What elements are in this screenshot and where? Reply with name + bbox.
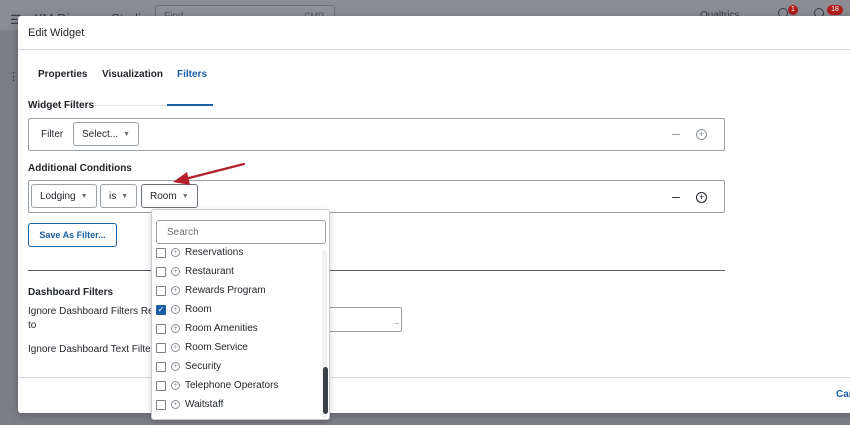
value-label: Room: [150, 190, 177, 202]
list-item[interactable]: + Reservations: [156, 244, 243, 261]
widget-filters-heading: Widget Filters: [28, 100, 95, 111]
attribute-label: Lodging: [40, 190, 76, 202]
chevron-down-icon: ▼: [123, 130, 131, 138]
tab-filters[interactable]: Filters: [177, 69, 207, 80]
checkbox[interactable]: [156, 266, 166, 277]
list-item[interactable]: + Security: [156, 358, 221, 375]
list-item[interactable]: + Telephone Operators: [156, 377, 278, 394]
remove-filter-icon[interactable]: –: [672, 125, 680, 141]
value-dropdown[interactable]: Room ▼: [141, 184, 198, 208]
expand-icon[interactable]: +: [171, 248, 180, 257]
item-label: Room: [185, 304, 212, 315]
checkbox[interactable]: [156, 399, 166, 410]
item-label: Waitstaff: [185, 399, 224, 410]
list-item[interactable]: + Waitstaff: [156, 396, 223, 413]
item-label: Rewards Program: [185, 285, 266, 296]
add-condition-icon[interactable]: +: [696, 192, 707, 203]
condition-row: Lodging ▼ is ▼ Room ▼ – +: [28, 180, 725, 213]
cancel-button[interactable]: Can: [836, 389, 850, 400]
dropdown-search-input[interactable]: [156, 220, 326, 244]
modal-header: Edit Widget: [18, 16, 850, 50]
section-divider: [28, 270, 725, 271]
tab-properties[interactable]: Properties: [38, 69, 87, 80]
expand-icon[interactable]: +: [171, 305, 180, 314]
expand-icon[interactable]: +: [171, 267, 180, 276]
item-label: Reservations: [185, 247, 244, 258]
list-item[interactable]: + Restaurant: [156, 263, 234, 280]
modal-title: Edit Widget: [28, 27, 85, 39]
expand-icon[interactable]: +: [171, 362, 180, 371]
ignore-text-filter-label: Ignore Dashboard Text Filter: [28, 344, 154, 355]
ignore-dashboard-filters-label: Ignore Dashboard Filters Re: [28, 306, 154, 317]
edit-widget-modal: Edit Widget Properties Visualization Fil…: [18, 16, 850, 413]
expand-icon[interactable]: +: [171, 343, 180, 352]
add-filter-icon[interactable]: +: [696, 129, 707, 140]
item-label: Room Service: [185, 342, 248, 353]
alerts-badge: 18: [827, 5, 843, 15]
checkbox-checked[interactable]: ✓: [156, 304, 166, 315]
item-label: Restaurant: [185, 266, 234, 277]
expand-icon[interactable]: +: [171, 381, 180, 390]
operator-label: is: [109, 190, 117, 202]
checkbox[interactable]: [156, 323, 166, 334]
chevron-down-icon: ▼: [80, 192, 88, 200]
widget-filter-row: Filter Select... ▼ – +: [28, 118, 725, 151]
tab-visualization[interactable]: Visualization: [102, 69, 163, 80]
checkbox[interactable]: [156, 247, 166, 258]
list-item[interactable]: + Rewards Program: [156, 282, 266, 299]
item-label: Room Amenities: [185, 323, 258, 334]
chevron-down-icon: ▼: [121, 192, 129, 200]
list-item[interactable]: ✓ + Room: [156, 301, 212, 318]
expand-icon[interactable]: +: [171, 324, 180, 333]
resize-grip-icon[interactable]: ⁗: [394, 322, 399, 330]
item-label: Security: [185, 361, 222, 372]
ignore-dashboard-filters-label-cont: to: [28, 320, 37, 331]
operator-dropdown[interactable]: is ▼: [100, 184, 138, 208]
chevron-down-icon: ▼: [181, 192, 189, 200]
expand-icon[interactable]: +: [171, 286, 180, 295]
item-label: Telephone Operators: [185, 380, 279, 391]
dashboard-filters-heading: Dashboard Filters: [28, 287, 114, 298]
list-item[interactable]: + Room Amenities: [156, 320, 258, 337]
checkbox[interactable]: [156, 342, 166, 353]
checkbox[interactable]: [156, 361, 166, 372]
footer-divider: [18, 377, 850, 378]
active-tab-indicator: [167, 104, 213, 106]
checkbox[interactable]: [156, 380, 166, 391]
value-dropdown-menu: + Reservations + Restaurant + Rewards Pr…: [151, 209, 330, 420]
attribute-dropdown[interactable]: Lodging ▼: [31, 184, 97, 208]
filter-label: Filter: [41, 129, 64, 140]
filter-select-label: Select...: [82, 128, 119, 140]
expand-icon[interactable]: +: [171, 400, 180, 409]
checkbox[interactable]: [156, 285, 166, 296]
list-item[interactable]: + Room Service: [156, 339, 248, 356]
save-as-filter-button[interactable]: Save As Filter...: [28, 223, 117, 247]
notification-badge: 1: [788, 5, 798, 15]
scrollbar-thumb[interactable]: [323, 367, 328, 414]
filter-select-dropdown[interactable]: Select... ▼: [73, 122, 140, 146]
additional-conditions-heading: Additional Conditions: [28, 163, 132, 174]
remove-condition-icon[interactable]: –: [672, 188, 680, 204]
